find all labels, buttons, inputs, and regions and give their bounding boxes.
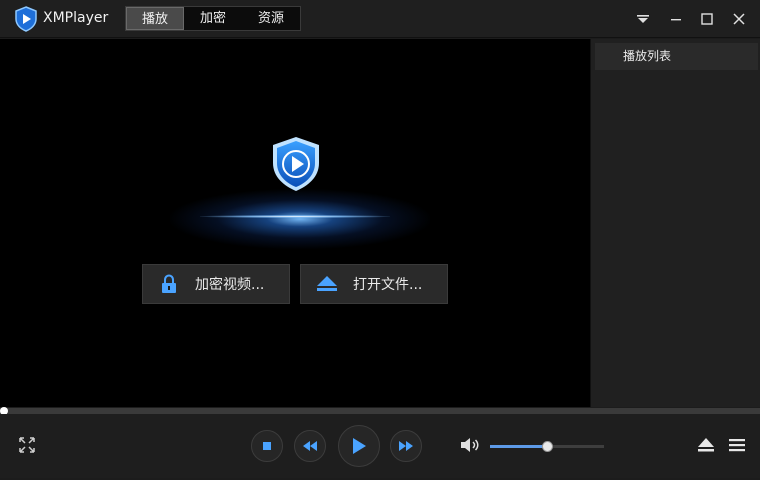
fullscreen-icon[interactable] [19,437,35,453]
playlist-title: 播放列表 [595,43,758,70]
volume-fill [490,445,547,448]
title-bar: XMPlayer 播放 加密 资源 [0,0,760,38]
tab-resources[interactable]: 资源 [242,7,300,30]
volume-icon[interactable] [460,437,480,453]
volume-knob[interactable] [542,441,553,452]
fast-forward-button[interactable] [390,430,422,462]
encrypt-video-label: 加密视频... [195,277,265,293]
fast-forward-icon [399,441,413,451]
tab-encrypt[interactable]: 加密 [184,7,242,30]
logo-glow-line [200,215,390,218]
mode-tabs: 播放 加密 资源 [125,6,301,31]
player-logo-icon [273,137,319,191]
minimize-icon[interactable] [667,10,685,28]
lock-icon [143,265,195,303]
app-title: XMPlayer [43,10,109,26]
stop-button[interactable] [251,430,283,462]
app-logo-icon [15,6,37,32]
play-button[interactable] [338,425,380,467]
play-icon [353,438,366,454]
control-bar [0,414,760,478]
menu-icon[interactable] [729,438,745,452]
rewind-button[interactable] [294,430,326,462]
dropdown-icon[interactable] [634,10,652,28]
close-icon[interactable] [730,10,748,28]
rewind-icon [303,441,317,451]
stop-icon [263,442,271,450]
open-file-label: 打开文件... [353,277,423,293]
video-area[interactable]: 加密视频... 打开文件... [0,39,590,407]
playlist-panel: 播放列表 [590,39,760,407]
maximize-icon[interactable] [698,10,716,28]
volume-slider[interactable] [490,441,604,452]
tab-play[interactable]: 播放 [126,7,184,30]
eject-icon [301,265,353,303]
eject-button-icon[interactable] [697,437,715,453]
encrypt-video-button[interactable]: 加密视频... [142,264,290,304]
open-file-button[interactable]: 打开文件... [300,264,448,304]
logo-glow [170,189,430,249]
